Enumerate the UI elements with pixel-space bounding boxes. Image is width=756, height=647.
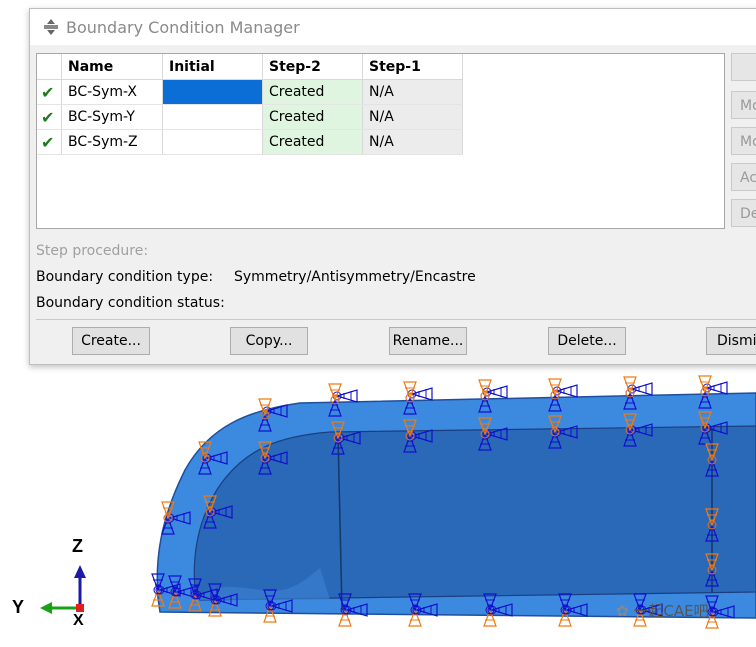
bc-table-grid: Name Initial Step-2 Step-1 ✔ BC-Sym-X Cr… (37, 54, 463, 155)
table-row[interactable]: ✔ BC-Sym-Z Created N/A (37, 129, 463, 155)
bc-symbol-icon (478, 379, 492, 401)
bc-symbol-icon (623, 376, 637, 398)
triad-y-label: Y (12, 597, 25, 617)
active-checkmark-icon[interactable]: ✔ (37, 79, 62, 105)
cell-initial[interactable] (162, 129, 263, 155)
deactivate-button[interactable]: De (731, 199, 756, 227)
wechat-icon: ✿ (616, 602, 634, 620)
cell-step-2[interactable]: Created (262, 129, 363, 155)
bc-symbol-icon (698, 375, 712, 397)
triad-x-label: X (73, 612, 84, 629)
step-procedure-label: Step procedure: (36, 243, 149, 259)
move-right-button[interactable]: Mo (731, 127, 756, 155)
cell-initial-selected[interactable] (162, 79, 263, 105)
copy-button[interactable]: Copy... (230, 327, 308, 355)
cell-step-1[interactable]: N/A (362, 104, 463, 130)
edit-button[interactable] (731, 53, 756, 81)
dialog-title: Boundary Condition Manager (66, 18, 300, 37)
bc-type-value: Symmetry/Antisymmetry/Encastre (234, 269, 476, 285)
boundary-condition-manager-dialog: Boundary Condition Manager Name Initial … (29, 8, 756, 365)
triad-z-label: Z (72, 536, 83, 556)
cell-step-2[interactable]: Created (262, 104, 363, 130)
create-button[interactable]: Create... (72, 327, 150, 355)
title-bar[interactable]: Boundary Condition Manager (30, 9, 756, 45)
dismiss-button[interactable]: Dismi (706, 327, 756, 355)
column-header-step-2[interactable]: Step-2 (262, 54, 363, 80)
bc-type-label: Boundary condition type: (36, 269, 214, 285)
table-header-row: Name Initial Step-2 Step-1 (37, 54, 463, 80)
move-left-button[interactable]: Mo (731, 91, 756, 119)
cell-name[interactable]: BC-Sym-X (61, 79, 163, 105)
bc-symbol-icon (403, 381, 417, 403)
active-checkmark-icon[interactable]: ✔ (37, 129, 62, 155)
bc-symbol-icon (328, 383, 342, 405)
cell-name[interactable]: BC-Sym-Y (61, 104, 163, 130)
bc-table[interactable]: Name Initial Step-2 Step-1 ✔ BC-Sym-X Cr… (36, 53, 725, 229)
cell-name[interactable]: BC-Sym-Z (61, 129, 163, 155)
column-header-step-1[interactable]: Step-1 (362, 54, 463, 80)
table-row[interactable]: ✔ BC-Sym-Y Created N/A (37, 104, 463, 130)
cell-step-1[interactable]: N/A (362, 129, 463, 155)
cell-step-1[interactable]: N/A (362, 79, 463, 105)
table-row[interactable]: ✔ BC-Sym-X Created N/A (37, 79, 463, 105)
separator (36, 319, 756, 320)
triad-axes (40, 565, 86, 614)
rename-button[interactable]: Rename... (389, 327, 467, 355)
bc-status-label: Boundary condition status: (36, 295, 225, 311)
cell-step-2[interactable]: Created (262, 79, 363, 105)
active-checkmark-icon[interactable]: ✔ (37, 104, 62, 130)
watermark: ✿ 一起CAE吧 (616, 600, 709, 621)
delete-button[interactable]: Delete... (548, 327, 626, 355)
manager-icon (44, 19, 58, 35)
activate-button[interactable]: Ac (731, 163, 756, 191)
cell-initial[interactable] (162, 104, 263, 130)
column-header-status (37, 54, 62, 80)
bc-symbol-icon (548, 378, 562, 400)
column-header-name[interactable]: Name (61, 54, 163, 80)
column-header-initial[interactable]: Initial (162, 54, 263, 80)
part-model (156, 392, 756, 619)
watermark-text: 一起CAE吧 (633, 602, 709, 620)
